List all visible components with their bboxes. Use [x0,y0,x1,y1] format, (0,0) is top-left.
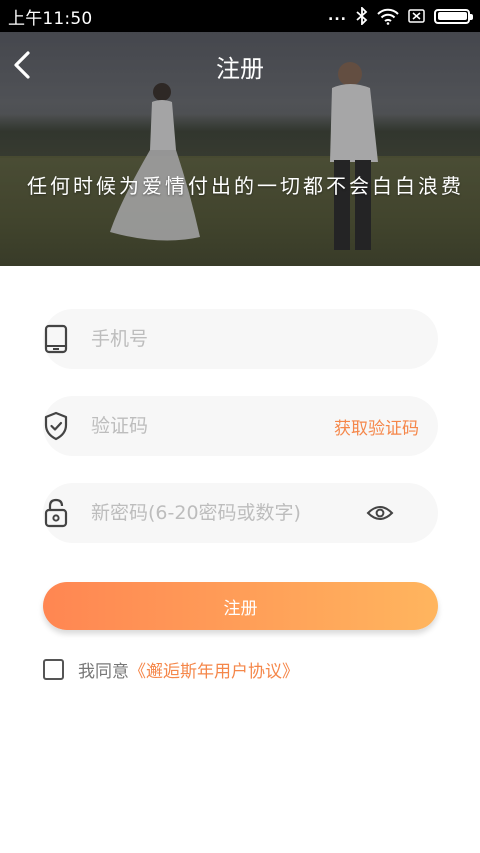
code-input[interactable] [91,406,334,446]
shield-check-icon [43,411,69,441]
agreement-row: 我同意 《邂逅斯年用户协议》 [43,657,299,682]
eye-icon[interactable] [366,501,396,525]
sim-card-icon [408,9,425,23]
agree-checkbox[interactable] [43,659,64,680]
page-title: 注册 [216,55,264,83]
phone-icon [43,324,69,354]
status-icons: ... [328,7,473,25]
lock-icon [43,498,69,528]
status-bar: 上午11:50 ... [0,0,480,32]
hero-slogan: 任何时候为爱情付出的一切都不会白白浪费 [27,174,464,198]
battery-level [437,12,467,20]
password-field-row[interactable] [43,483,438,543]
phone-field-row[interactable] [43,309,438,369]
password-input[interactable] [91,493,366,533]
bluetooth-icon [356,7,368,25]
wifi-icon [377,8,399,25]
phone-input[interactable] [91,319,438,359]
user-agreement-link[interactable]: 《邂逅斯年用户协议》 [129,657,299,682]
more-dots-icon: ... [328,8,347,24]
code-field-row[interactable]: 获取验证码 [43,396,438,456]
register-button[interactable]: 注册 [43,582,438,630]
status-time: 上午11:50 [8,8,93,29]
hero-banner: 注册 任何时候为爱情付出的一切都不会白白浪费 [0,32,480,266]
get-code-button[interactable]: 获取验证码 [334,414,419,439]
agreement-text: 我同意 [78,662,129,682]
battery-icon [434,8,473,24]
